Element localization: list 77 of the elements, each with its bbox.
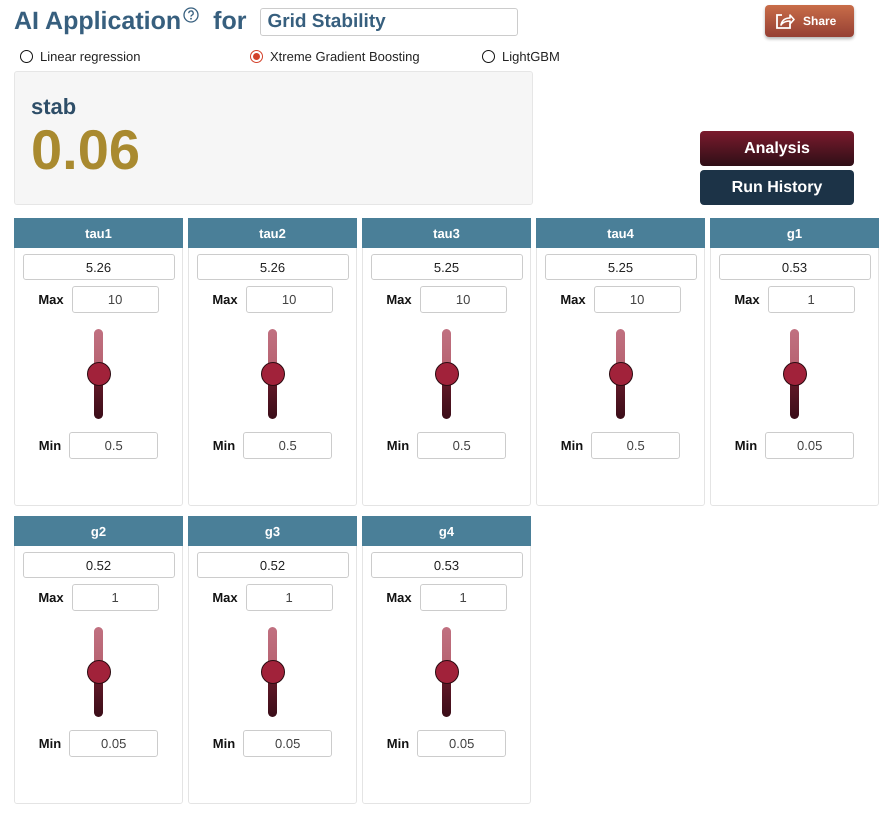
min-label: Min xyxy=(212,438,236,453)
parameter-header: g4 xyxy=(362,516,531,546)
max-label: Max xyxy=(386,292,412,307)
result-value: 0.06 xyxy=(31,122,141,178)
slider-thumb[interactable] xyxy=(260,362,284,386)
max-field[interactable]: 1 xyxy=(768,286,855,313)
value-field[interactable]: 0.53 xyxy=(370,552,522,578)
max-field[interactable]: 1 xyxy=(72,584,159,611)
min-field[interactable]: 0.05 xyxy=(417,730,506,757)
value-field[interactable]: 0.52 xyxy=(196,552,348,578)
max-field[interactable]: 10 xyxy=(594,286,681,313)
model-radio[interactable]: Xtreme Gradient Boosting xyxy=(250,49,482,64)
min-label: Min xyxy=(212,736,236,751)
parameter-header: tau2 xyxy=(188,218,357,248)
slider-thumb[interactable] xyxy=(434,660,458,684)
min-label: Min xyxy=(734,438,758,453)
min-field[interactable]: 0.5 xyxy=(417,432,506,459)
value-field[interactable]: 0.52 xyxy=(22,552,174,578)
parameter-header: tau4 xyxy=(536,218,705,248)
value-field[interactable]: 5.26 xyxy=(22,254,174,280)
max-field[interactable]: 10 xyxy=(72,286,159,313)
parameter-header: tau3 xyxy=(362,218,531,248)
help-icon[interactable] xyxy=(183,7,200,23)
application-field[interactable]: Grid Stability xyxy=(260,8,518,36)
slider-thumb[interactable] xyxy=(260,660,284,684)
slider-thumb[interactable] xyxy=(86,362,110,386)
model-radio[interactable]: Linear regression xyxy=(20,49,250,64)
max-label: Max xyxy=(38,292,64,307)
share-icon xyxy=(775,12,795,30)
min-label: Min xyxy=(386,438,410,453)
max-field[interactable]: 1 xyxy=(246,584,333,611)
min-label: Min xyxy=(386,736,410,751)
share-button[interactable]: Share xyxy=(765,5,854,37)
slider-track[interactable] xyxy=(86,329,112,419)
max-label: Max xyxy=(212,590,238,605)
slider-track[interactable] xyxy=(260,329,286,419)
parameter-header: g2 xyxy=(14,516,183,546)
min-field[interactable]: 0.05 xyxy=(765,432,854,459)
min-label: Min xyxy=(560,438,584,453)
slider-track[interactable] xyxy=(782,329,808,419)
slider-thumb[interactable] xyxy=(434,362,458,386)
max-label: Max xyxy=(212,292,238,307)
slider-thumb[interactable] xyxy=(86,660,110,684)
slider-track[interactable] xyxy=(434,329,460,419)
max-field[interactable]: 10 xyxy=(420,286,507,313)
min-label: Min xyxy=(38,438,62,453)
model-radio[interactable]: LightGBM xyxy=(482,49,854,64)
slider-thumb[interactable] xyxy=(782,362,806,386)
result-name: stab xyxy=(31,94,78,120)
slider-track[interactable] xyxy=(260,627,286,717)
max-label: Max xyxy=(386,590,412,605)
value-field[interactable]: 0.53 xyxy=(718,254,870,280)
min-label: Min xyxy=(38,736,62,751)
for-label: for xyxy=(213,7,246,36)
analysis-button[interactable]: Analysis xyxy=(700,131,854,166)
min-field[interactable]: 0.5 xyxy=(591,432,680,459)
max-field[interactable]: 1 xyxy=(420,584,507,611)
parameter-header: tau1 xyxy=(14,218,183,248)
min-field[interactable]: 0.05 xyxy=(69,730,158,757)
value-field[interactable]: 5.25 xyxy=(370,254,522,280)
max-field[interactable]: 10 xyxy=(246,286,333,313)
slider-track[interactable] xyxy=(608,329,634,419)
max-label: Max xyxy=(38,590,64,605)
history-button[interactable]: Run History xyxy=(700,170,854,205)
value-field[interactable]: 5.25 xyxy=(544,254,696,280)
min-field[interactable]: 0.05 xyxy=(243,730,332,757)
max-label: Max xyxy=(560,292,586,307)
value-field[interactable]: 5.26 xyxy=(196,254,348,280)
slider-track[interactable] xyxy=(434,627,460,717)
min-field[interactable]: 0.5 xyxy=(243,432,332,459)
min-field[interactable]: 0.5 xyxy=(69,432,158,459)
slider-thumb[interactable] xyxy=(608,362,632,386)
parameter-header: g3 xyxy=(188,516,357,546)
app-title: AI Application xyxy=(14,7,182,36)
parameter-header: g1 xyxy=(710,218,879,248)
max-label: Max xyxy=(734,292,760,307)
slider-track[interactable] xyxy=(86,627,112,717)
